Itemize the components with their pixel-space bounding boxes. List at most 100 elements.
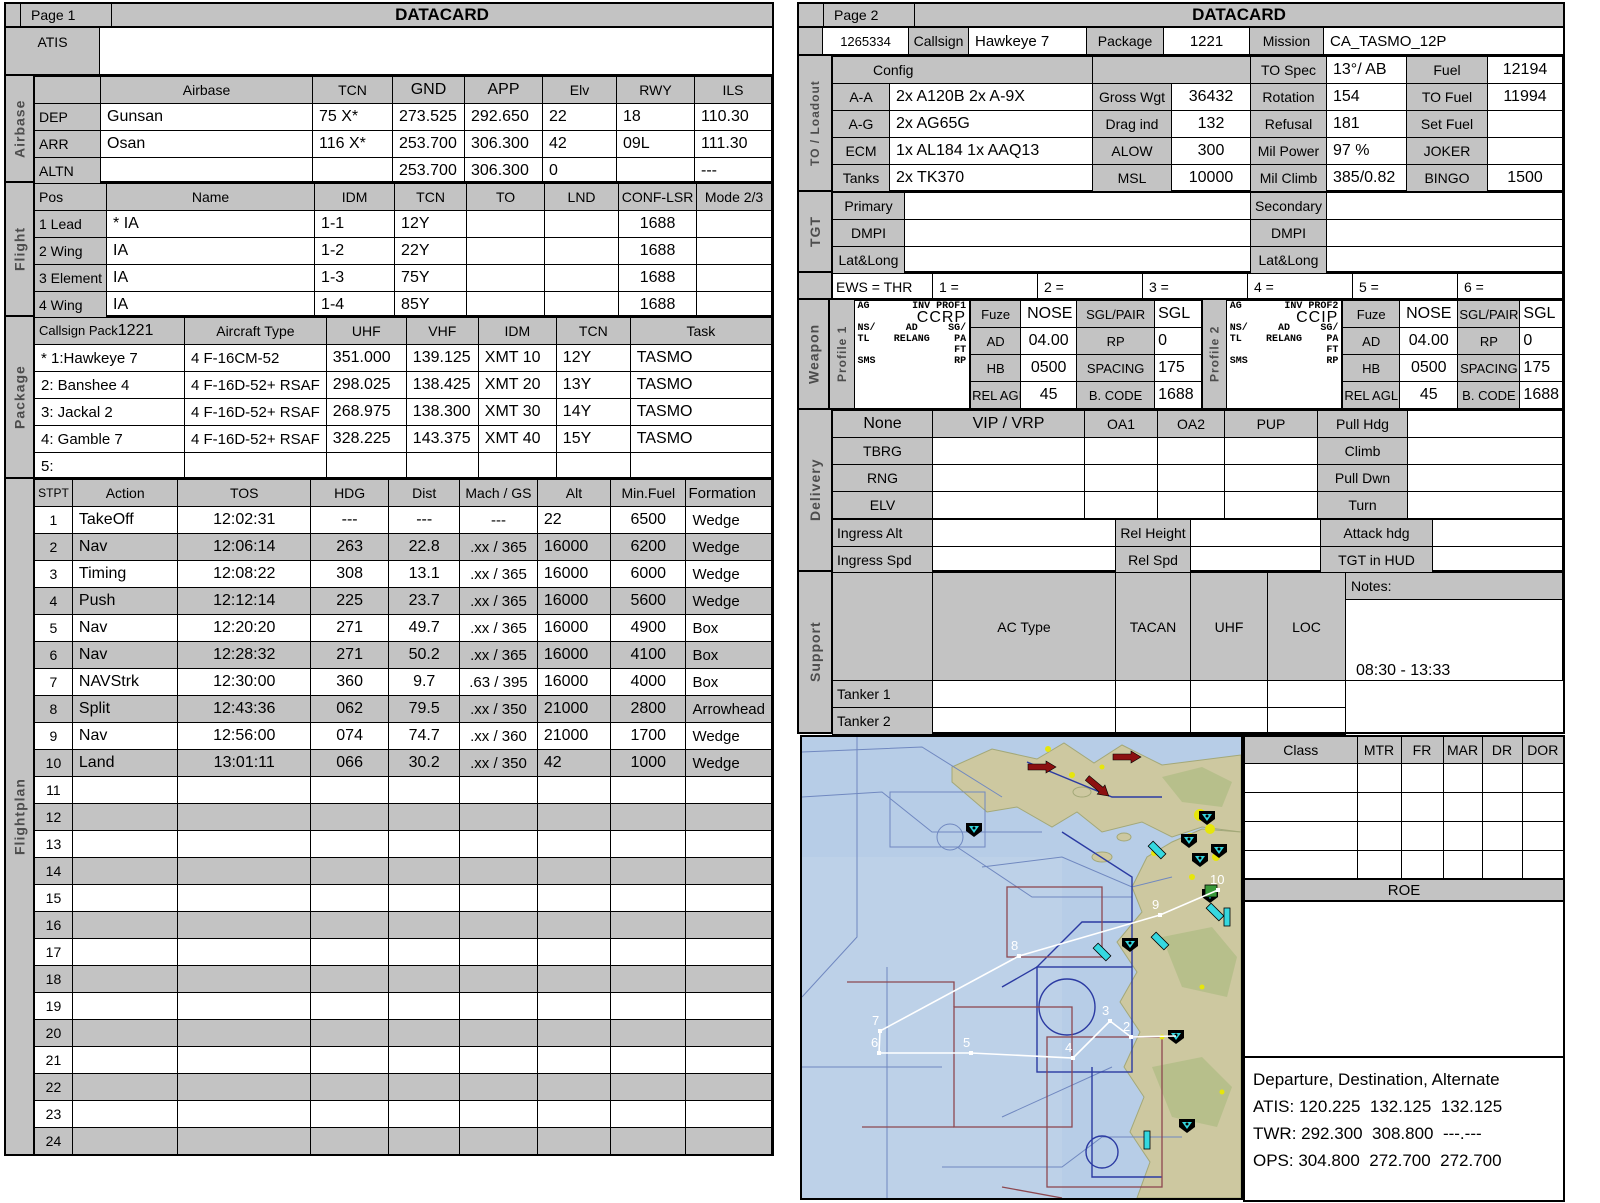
cell-flight-pos: 1 Lead <box>35 211 107 238</box>
cell-fp-alt <box>537 804 610 831</box>
cell-airbase-name: Gunsan <box>101 104 313 131</box>
flight-col-lnd: LND <box>545 184 619 211</box>
cell-weapon-value-b: 175 <box>1520 355 1563 382</box>
cell-fp-dist <box>389 1074 460 1101</box>
roe-header: ROE <box>1243 878 1565 902</box>
datacard-page-1: Page 1 DATACARD ATIS Airbase Airbase TCN… <box>4 2 774 1156</box>
cell-fp-dist <box>389 1128 460 1155</box>
atis-label: ATIS <box>6 28 100 74</box>
cell-fp-formation <box>686 1101 772 1128</box>
cell-weapon-value-b: 0 <box>1155 328 1202 355</box>
cell-fp-stpt: 16 <box>35 912 73 939</box>
airbase-row: ARR Osan 116 X* 253.700 306.300 42 09L 1… <box>35 131 772 158</box>
cell-weapon-label-a: REL AGL <box>971 382 1021 409</box>
flight-row: 2 Wing IA 1-2 22Y 1688 <box>35 238 772 265</box>
cell-fp-tos: 12:56:00 <box>178 723 311 750</box>
profile2-table: Fuze NOSE SGL/PAIR SGL AD 04.00 RP 0 HB … <box>1342 300 1563 409</box>
cell-fp-stpt: 5 <box>35 615 73 642</box>
cell-airbase-elv: 42 <box>543 131 617 158</box>
flightplan-row: 16 <box>35 912 772 939</box>
cell-loadout-fuel-value <box>1488 138 1563 165</box>
cell-fp-action <box>72 912 178 939</box>
cell-fp-dist: 79.5 <box>389 696 460 723</box>
cell-package-idm: XMT 30 <box>478 399 556 426</box>
package-col-actype: Aircraft Type <box>185 318 327 345</box>
cell-fp-hdg <box>310 912 388 939</box>
cell-fp-tos <box>178 966 311 993</box>
weapon-profile-row: REL AGL 45 B. CODE 1688 <box>971 382 1202 409</box>
cell-fp-formation: Wedge <box>686 561 772 588</box>
cell-fp-alt: 16000 <box>537 642 610 669</box>
airbase-col-tcn: TCN <box>313 77 393 104</box>
cell-fp-formation <box>686 777 772 804</box>
cell-fp-alt: 16000 <box>537 534 610 561</box>
cell-airbase-elv: 0 <box>543 158 617 185</box>
flightplan-row: 8 Split 12:43:36 062 79.5 .xx / 350 2100… <box>35 696 772 723</box>
config-label: Config <box>833 57 1093 84</box>
cell-fp-hdg: 074 <box>310 723 388 750</box>
cell-package-vhf: 139.125 <box>406 345 478 372</box>
cell-fp-dist <box>389 858 460 885</box>
flightplan-row: 11 <box>35 777 772 804</box>
cell-loadout-mid-value: 132 <box>1172 111 1251 138</box>
cell-fp-stpt: 17 <box>35 939 73 966</box>
cell-flight-mode23 <box>697 265 772 292</box>
cell-fp-min-fuel: 4100 <box>611 642 686 669</box>
flightplan-row: 9 Nav 12:56:00 074 74.7 .xx / 360 21000 … <box>35 723 772 750</box>
package-col-tcn: TCN <box>556 318 630 345</box>
cell-airbase-name: Osan <box>101 131 313 158</box>
page1-page-label: Page 1 <box>21 4 112 26</box>
cell-fp-action: TakeOff <box>72 507 178 534</box>
cell-package-tcn <box>556 453 630 480</box>
freq-ops: OPS: 304.800 272.700 272.700 <box>1253 1147 1563 1174</box>
cell-package-callsign: * 1:Hawkeye 7 <box>35 345 185 372</box>
cell-fp-action: Split <box>72 696 178 723</box>
cell-fp-action <box>72 1074 178 1101</box>
tgt-section-label: TGT <box>799 192 831 271</box>
cell-tgt-right-value <box>1327 193 1563 220</box>
oa2-label: OA2 <box>1158 411 1225 438</box>
cell-loadout-fuel-value: 1500 <box>1488 165 1563 192</box>
tgt-row: Lat&Long Lat&Long <box>833 247 1563 274</box>
fp-col-stpt: STPT <box>35 480 73 507</box>
package-label: Package <box>1087 28 1164 54</box>
weapon-section-label: Weapon <box>799 300 828 408</box>
cell-flight-to <box>467 292 545 319</box>
cell-fp-action <box>72 885 178 912</box>
cell-fp-mach-gs <box>460 939 538 966</box>
cell-weapon-value-a: 45 <box>1400 382 1458 409</box>
package-row: 5: <box>35 453 772 480</box>
page2-title-bar: Page 2 DATACARD <box>797 2 1565 28</box>
cell-fp-stpt: 6 <box>35 642 73 669</box>
cell-fp-formation <box>686 1047 772 1074</box>
mission-map: 2345678910 <box>800 735 1243 1200</box>
mission-id-row: 1265334 Callsign Hawkeye 7 Package 1221 … <box>797 28 1565 56</box>
cell-weapon-value-a: 45 <box>1021 382 1077 409</box>
cell-fp-mach-gs <box>460 804 538 831</box>
airbase-col-gnd: GND <box>393 77 465 104</box>
cell-fp-stpt: 10 <box>35 750 73 777</box>
flight-col-pos: Pos <box>35 184 107 211</box>
cell-airbase-rwy <box>617 158 695 185</box>
cell-fp-min-fuel <box>611 885 686 912</box>
cell-fp-stpt: 20 <box>35 1020 73 1047</box>
flightplan-row: 4 Push 12:12:14 225 23.7 .xx / 365 16000… <box>35 588 772 615</box>
cell-fp-formation: Wedge <box>686 723 772 750</box>
cell-tgt-left-label: Lat&Long <box>833 247 905 274</box>
cell-fp-min-fuel: 6500 <box>611 507 686 534</box>
tgt-section: TGT Primary Secondary DMPI DMPI Lat&Long… <box>797 190 1565 273</box>
cell-flight-idm: 1-1 <box>315 211 395 238</box>
cell-airbase-tcn <box>313 158 393 185</box>
mission-value: CA_TASMO_12P <box>1324 28 1563 54</box>
waypoint-marker <box>1108 1019 1112 1023</box>
cell-fp-min-fuel: 5600 <box>611 588 686 615</box>
fuel-value: 12194 <box>1488 57 1563 84</box>
cell-fp-tos: 12:30:00 <box>178 669 311 696</box>
cell-fp-formation <box>686 939 772 966</box>
cell-fp-formation <box>686 966 772 993</box>
cell-fp-formation: Box <box>686 642 772 669</box>
cell-fp-tos <box>178 1074 311 1101</box>
class-col-dr: DR <box>1482 736 1522 763</box>
cell-fp-action <box>72 966 178 993</box>
notes-label: Notes: <box>1346 573 1562 600</box>
